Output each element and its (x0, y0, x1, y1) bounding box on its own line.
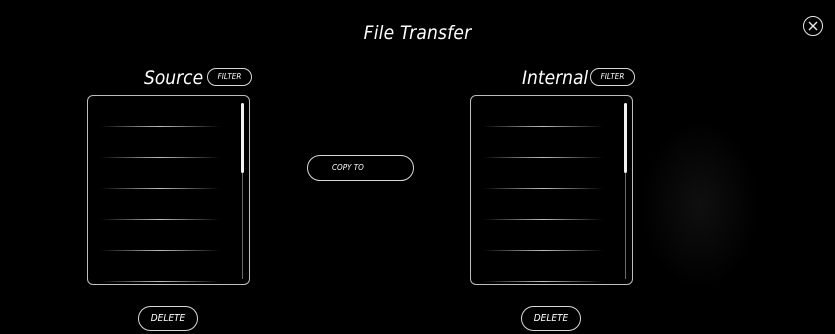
source-scrollbar-thumb[interactable] (241, 103, 244, 173)
list-item[interactable] (483, 219, 603, 220)
page-title: File Transfer (363, 22, 472, 44)
internal-heading: Internal (522, 67, 589, 89)
list-item[interactable] (100, 219, 220, 220)
list-item[interactable] (483, 157, 603, 158)
source-heading: Source (144, 67, 204, 89)
background-decoration (640, 120, 760, 290)
list-item[interactable] (483, 188, 603, 189)
list-item[interactable] (483, 250, 603, 251)
list-item[interactable] (483, 126, 603, 127)
source-filter-button[interactable]: FILTER (207, 68, 252, 86)
internal-file-list[interactable] (470, 95, 633, 285)
list-item[interactable] (483, 281, 603, 282)
close-icon (808, 21, 818, 31)
list-item[interactable] (100, 188, 220, 189)
file-transfer-screen: File Transfer Source FILTER DELETE COPY … (0, 0, 835, 334)
list-item[interactable] (100, 126, 220, 127)
list-item[interactable] (100, 281, 220, 282)
internal-scrollbar-thumb[interactable] (624, 103, 627, 173)
list-item[interactable] (100, 250, 220, 251)
copy-to-button[interactable]: COPY TO (307, 155, 414, 181)
source-file-list[interactable] (87, 95, 250, 285)
close-button[interactable] (803, 16, 823, 36)
list-item[interactable] (100, 157, 220, 158)
internal-delete-button[interactable]: DELETE (521, 306, 581, 331)
internal-filter-button[interactable]: FILTER (590, 68, 635, 86)
source-delete-button[interactable]: DELETE (138, 306, 198, 331)
